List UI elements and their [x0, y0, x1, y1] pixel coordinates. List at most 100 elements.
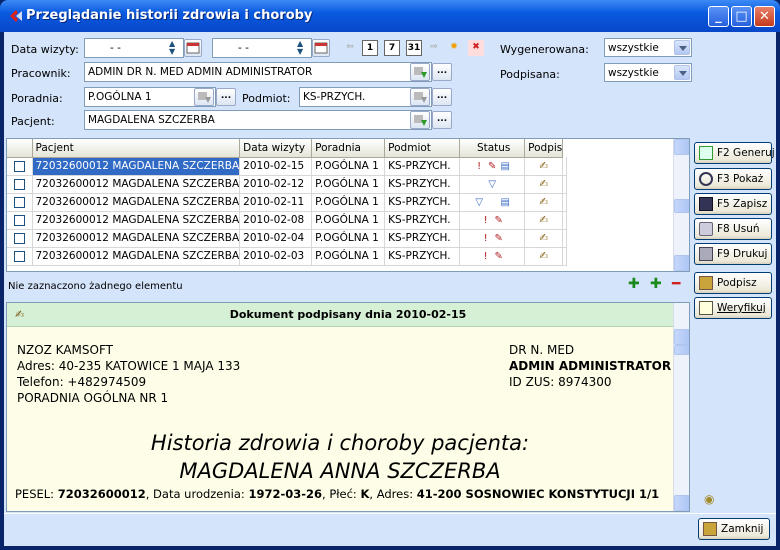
- cell-status: ! ✎: [459, 229, 526, 248]
- org-unit: PORADNIA OGÓLNA NR 1: [17, 391, 169, 405]
- table-row[interactable]: 72032600012 MAGDALENA SZCZERBA 2010-02-04…: [7, 229, 568, 248]
- clinic-more-button[interactable]: ...: [216, 88, 236, 106]
- day-button[interactable]: 1: [362, 40, 378, 56]
- signature-icon: ✍: [539, 178, 549, 190]
- date-from-spinner[interactable]: ▲ ▼: [169, 40, 175, 56]
- scroll-thumb[interactable]: [674, 199, 689, 213]
- visits-grid[interactable]: Pacjent Data wizyty Poradnia Podmiot Sta…: [6, 138, 690, 272]
- next-arrow-icon[interactable]: ⇨: [426, 40, 442, 56]
- cell-signature: ✍: [524, 229, 564, 248]
- scroll-up-button[interactable]: [674, 139, 689, 155]
- exit-icon: [703, 522, 717, 536]
- generate-button[interactable]: F2 Generuj: [694, 142, 775, 164]
- row-checkbox[interactable]: [13, 250, 25, 262]
- worker-label: Pracownik:: [11, 67, 71, 80]
- col-status[interactable]: Status: [459, 139, 526, 158]
- col-visit-date[interactable]: Data wizyty: [239, 139, 313, 158]
- cell-patient: 72032600012 MAGDALENA SZCZERBA: [32, 193, 241, 212]
- date-to-calendar-button[interactable]: [312, 39, 330, 57]
- status-icon: ✎: [494, 215, 503, 226]
- close-window-button[interactable]: ✕: [754, 6, 775, 27]
- week-button[interactable]: 7: [384, 40, 400, 56]
- dob-value: 1972-03-26: [248, 487, 323, 501]
- clear-date-icon[interactable]: ✖: [468, 40, 484, 56]
- doc-scroll-thumb[interactable]: [674, 345, 689, 355]
- document-scrollbar[interactable]: [673, 303, 689, 511]
- date-from-calendar-button[interactable]: [184, 39, 202, 57]
- cell-entity: KS-PRZYCH.: [384, 229, 461, 248]
- cell-clinic: P.OGÓLNA 1: [311, 157, 386, 176]
- table-row[interactable]: 72032600012 MAGDALENA SZCZERBA 2010-02-15…: [7, 157, 568, 176]
- delete-label: F8 Usuń: [717, 223, 760, 235]
- cell-signature: ✍: [524, 211, 564, 230]
- save-button[interactable]: F5 Zapisz: [694, 193, 772, 215]
- grid-status-text: Nie zaznaczono żadnego elementu: [8, 281, 183, 292]
- generated-select[interactable]: wszystkie: [604, 38, 692, 57]
- col-entity[interactable]: Podmiot: [384, 139, 461, 158]
- patient-more-button[interactable]: ...: [432, 111, 452, 129]
- status-icon: ✎: [494, 251, 503, 262]
- cell-filler: [562, 175, 568, 194]
- row-checkbox[interactable]: [13, 196, 25, 208]
- add-icon[interactable]: ✚: [650, 276, 662, 292]
- doc-scroll-down-button[interactable]: [674, 495, 689, 511]
- show-button[interactable]: F3 Pokaż: [694, 168, 772, 190]
- printer-icon: [699, 247, 713, 261]
- date-to-spinner[interactable]: ▲ ▼: [297, 40, 303, 56]
- sign-button[interactable]: Podpisz: [694, 272, 772, 294]
- sign-pen-icon: [699, 276, 713, 290]
- row-checkbox[interactable]: [13, 178, 25, 190]
- pick-icon: [198, 92, 211, 103]
- signed-select[interactable]: wszystkie: [604, 63, 692, 82]
- minimize-button[interactable]: _: [708, 6, 729, 27]
- col-clinic[interactable]: Poradnia: [311, 139, 386, 158]
- pick-icon: [414, 67, 427, 78]
- doc-scroll-up-button[interactable]: [674, 329, 689, 345]
- entity-label: Podmiot:: [242, 92, 291, 105]
- maximize-button[interactable]: □: [731, 6, 752, 27]
- col-patient[interactable]: Pacjent: [32, 139, 241, 158]
- entity-pick-button[interactable]: [410, 88, 430, 106]
- title-bar[interactable]: Przeglądanie historii zdrowia i choroby …: [0, 0, 780, 32]
- scroll-down-button[interactable]: [674, 255, 689, 271]
- table-row[interactable]: 72032600012 MAGDALENA SZCZERBA 2010-02-12…: [7, 175, 568, 194]
- print-button[interactable]: F9 Drukuj: [694, 243, 772, 265]
- cell-clinic: P.OGÓLNA 1: [311, 211, 386, 230]
- patient-field[interactable]: MAGDALENA SZCZERBA: [84, 110, 432, 130]
- row-checkbox[interactable]: [13, 232, 25, 244]
- clinic-pick-button[interactable]: [194, 88, 214, 106]
- calendar-icon: [186, 42, 200, 54]
- patient-details-line: PESEL: 72032600012, Data urodzenia: 1972…: [15, 487, 659, 501]
- org-address: Adres: 40-235 KATOWICE 1 MAJA 133: [17, 359, 241, 373]
- table-row[interactable]: 72032600012 MAGDALENA SZCZERBA 2010-02-08…: [7, 211, 568, 230]
- cell-patient: 72032600012 MAGDALENA SZCZERBA: [32, 175, 241, 194]
- delete-button[interactable]: F8 Usuń: [694, 218, 772, 240]
- row-checkbox[interactable]: [13, 214, 25, 226]
- remove-icon[interactable]: ━: [672, 276, 680, 292]
- worker-pick-button[interactable]: [410, 63, 430, 81]
- entity-more-button[interactable]: ...: [432, 88, 452, 106]
- sun-icon[interactable]: ✹: [446, 40, 462, 56]
- cell-clinic: P.OGÓLNA 1: [311, 193, 386, 212]
- row-checkbox[interactable]: [13, 160, 25, 172]
- grid-scrollbar[interactable]: [673, 139, 689, 271]
- worker-more-button[interactable]: ...: [432, 63, 452, 81]
- document-preview[interactable]: ✍ Dokument podpisany dnia 2010-02-15 NZO…: [6, 302, 690, 512]
- month-button[interactable]: 31: [406, 40, 422, 56]
- cell-visit-date: 2010-02-04: [239, 229, 313, 248]
- verify-button[interactable]: Weryfikuj: [694, 297, 772, 319]
- close-button[interactable]: Zamknij: [698, 518, 770, 540]
- table-row[interactable]: 72032600012 MAGDALENA SZCZERBA 2010-02-03…: [7, 247, 568, 266]
- col-checkbox[interactable]: [7, 139, 33, 158]
- cell-status: ! ✎: [459, 211, 526, 230]
- history-title: Historia zdrowia i choroby pacjenta:: [150, 431, 530, 455]
- worker-field[interactable]: ADMIN DR N. MED ADMIN ADMINISTRATOR: [84, 62, 432, 82]
- add-all-icon[interactable]: ✚: [628, 276, 640, 292]
- org-name: NZOZ KAMSOFT: [17, 343, 113, 357]
- cell-visit-date: 2010-02-03: [239, 247, 313, 266]
- table-row[interactable]: 72032600012 MAGDALENA SZCZERBA 2010-02-11…: [7, 193, 568, 212]
- patient-pick-button[interactable]: [410, 111, 430, 129]
- prev-arrow-icon[interactable]: ⇦: [342, 40, 358, 56]
- cell-filler: [562, 247, 568, 266]
- col-signature[interactable]: Podpis: [524, 139, 564, 158]
